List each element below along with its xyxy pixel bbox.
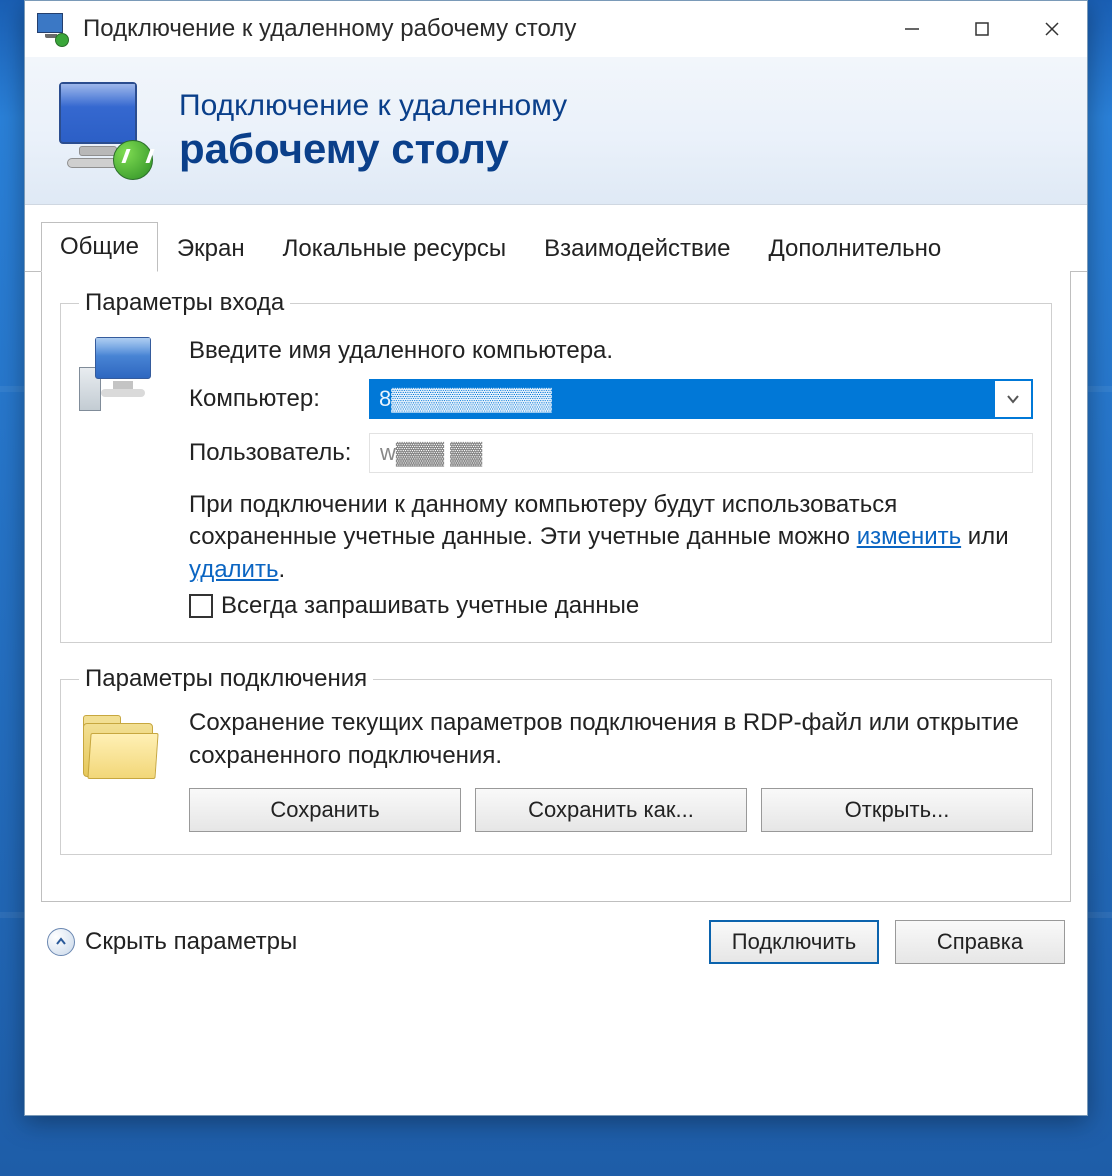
- maximize-button[interactable]: [947, 1, 1017, 57]
- user-field[interactable]: w▓▓▓ ▓▓: [369, 433, 1033, 473]
- group-login-legend: Параметры входа: [79, 289, 290, 317]
- computer-combobox[interactable]: 8▓▓▓▓▓▓▓▓▓▓: [369, 379, 1033, 419]
- link-delete-credentials[interactable]: удалить: [189, 556, 278, 583]
- collapse-options-icon[interactable]: [47, 928, 75, 956]
- tabstrip: Общие Экран Локальные ресурсы Взаимодейс…: [25, 205, 1087, 272]
- titlebar: Подключение к удаленному рабочему столу: [25, 1, 1087, 57]
- user-label: Пользователь:: [189, 439, 369, 467]
- tabpanel-general: Параметры входа Введите имя удаленного к…: [41, 271, 1071, 902]
- tab-display[interactable]: Экран: [158, 222, 264, 272]
- header-line1: Подключение к удаленному: [179, 89, 567, 123]
- group-connection-legend: Параметры подключения: [79, 665, 373, 693]
- help-button[interactable]: Справка: [895, 920, 1065, 964]
- always-ask-label: Всегда запрашивать учетные данные: [221, 592, 639, 620]
- minimize-button[interactable]: [877, 1, 947, 57]
- footer: Скрыть параметры Подключить Справка: [25, 902, 1087, 986]
- connection-text: Сохранение текущих параметров подключени…: [189, 707, 1033, 772]
- tab-local-resources[interactable]: Локальные ресурсы: [264, 222, 526, 272]
- folder-icon: [79, 713, 169, 789]
- connect-button[interactable]: Подключить: [709, 920, 879, 964]
- tab-experience[interactable]: Взаимодействие: [525, 222, 749, 272]
- window-title: Подключение к удаленному рабочему столу: [83, 15, 576, 43]
- toggle-options-label[interactable]: Скрыть параметры: [85, 928, 297, 956]
- login-intro-text: Введите имя удаленного компьютера.: [189, 337, 1033, 365]
- rdp-window: Подключение к удаленному рабочему столу …: [24, 0, 1088, 1116]
- rdp-large-icon: [53, 76, 163, 186]
- computer-value[interactable]: 8▓▓▓▓▓▓▓▓▓▓: [371, 381, 995, 417]
- close-button[interactable]: [1017, 1, 1087, 57]
- link-edit-credentials[interactable]: изменить: [857, 523, 961, 550]
- header-banner: Подключение к удаленному рабочему столу: [25, 57, 1087, 205]
- always-ask-checkbox[interactable]: [189, 594, 213, 618]
- tab-advanced[interactable]: Дополнительно: [750, 222, 961, 272]
- tab-general[interactable]: Общие: [41, 222, 158, 272]
- chevron-down-icon[interactable]: [995, 381, 1031, 417]
- computer-icon: [79, 337, 167, 415]
- header-line2: рабочему столу: [179, 125, 567, 173]
- group-connection: Параметры подключения Сохранение текущих…: [60, 665, 1052, 855]
- save-as-button[interactable]: Сохранить как...: [475, 788, 747, 832]
- save-button[interactable]: Сохранить: [189, 788, 461, 832]
- open-button[interactable]: Открыть...: [761, 788, 1033, 832]
- group-login: Параметры входа Введите имя удаленного к…: [60, 289, 1052, 643]
- rdp-app-icon: [33, 9, 73, 49]
- computer-label: Компьютер:: [189, 385, 369, 413]
- saved-credentials-note: При подключении к данному компьютеру буд…: [189, 489, 1033, 586]
